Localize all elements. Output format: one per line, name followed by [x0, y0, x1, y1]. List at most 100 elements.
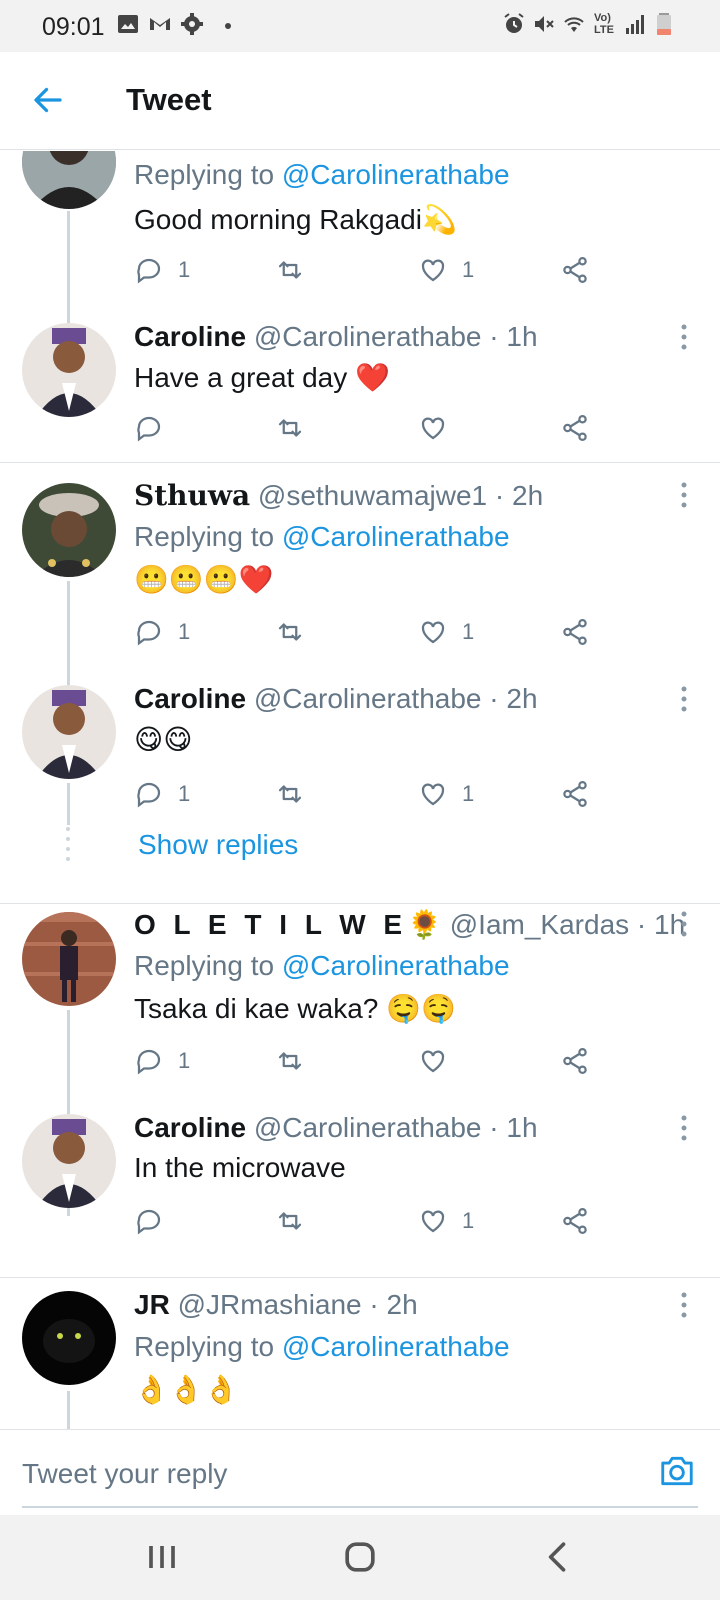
- user-handle[interactable]: @Carolinerathabe: [254, 1112, 482, 1143]
- more-options-icon[interactable]: [680, 481, 688, 509]
- tweet-text-content: Have a great day: [134, 362, 348, 393]
- tweet-text: In the microwave: [134, 1152, 346, 1184]
- more-options-icon[interactable]: [680, 323, 688, 351]
- share-icon: [563, 619, 587, 645]
- battery-icon: [657, 13, 671, 35]
- tweet-header: JR @JRmashiane · 2h: [134, 1289, 418, 1321]
- tweet-thread[interactable]: Replying to @Carolinerathabe Good mornin…: [0, 151, 720, 1429]
- reply-icon: [137, 1209, 161, 1235]
- tweet-time: · 1h: [489, 1112, 538, 1143]
- tweet-actions: [134, 409, 614, 445]
- tweet-text: 😬😬😬❤️: [134, 563, 273, 596]
- heart-icon: [421, 621, 445, 644]
- user-handle[interactable]: @Carolinerathabe: [254, 683, 482, 714]
- divider: [0, 903, 720, 904]
- tweet-time: · 1h: [636, 909, 686, 940]
- heart-icon: [421, 1050, 445, 1073]
- tweet-actions: 1 1: [134, 775, 614, 811]
- tweet-time: · 2h: [489, 683, 538, 714]
- share-icon: [563, 257, 587, 283]
- tweet-text: Have a great day ❤️: [134, 361, 390, 394]
- share-icon: [563, 781, 587, 807]
- retweet-icon: [278, 785, 302, 803]
- tweet-text: Good morning Rakgadi💫: [134, 203, 457, 236]
- tweet-header: Caroline @Carolinerathabe · 2h: [134, 683, 538, 715]
- tweet-time: · 2h: [369, 1289, 418, 1320]
- share-icon: [563, 415, 587, 441]
- divider: [0, 462, 720, 463]
- display-name[interactable]: Sthuwa: [134, 479, 250, 512]
- wifi-icon: [564, 17, 584, 32]
- reply-icon: [137, 416, 161, 442]
- reply-mention-link[interactable]: @Carolinerathabe: [282, 950, 510, 981]
- reply-icon: [137, 258, 161, 284]
- like-count: 1: [462, 257, 475, 282]
- user-handle[interactable]: @Iam_Kardas: [450, 909, 629, 940]
- share-icon: [563, 1208, 587, 1234]
- tweet-header: O L E T I L W E🌻 @Iam_Kardas · 1h: [134, 908, 685, 941]
- display-name[interactable]: Caroline: [134, 321, 246, 352]
- reply-mention-link[interactable]: @Carolinerathabe: [282, 159, 510, 190]
- back-icon[interactable]: [536, 1535, 580, 1579]
- settings-icon: [181, 13, 203, 35]
- show-replies-link[interactable]: Show replies: [138, 829, 298, 861]
- heart-icon: [421, 783, 445, 806]
- avatar[interactable]: [22, 1291, 116, 1385]
- more-options-icon[interactable]: [680, 910, 688, 938]
- more-options-icon[interactable]: [680, 685, 688, 713]
- tweet-text: Tsaka di kae waka? 🤤🤤: [134, 992, 456, 1025]
- tweet-header: Caroline @Carolinerathabe · 1h: [134, 1112, 538, 1144]
- tweet-reply-input[interactable]: Tweet your reply: [22, 1458, 227, 1490]
- display-name[interactable]: Caroline: [134, 1112, 246, 1143]
- like-count: 1: [462, 781, 475, 806]
- replying-to-label: Replying to: [134, 521, 275, 552]
- like-count: 1: [462, 619, 475, 644]
- user-handle[interactable]: @Carolinerathabe: [254, 321, 482, 352]
- tweet-emoji: ❤️: [355, 362, 390, 393]
- divider: [0, 1277, 720, 1278]
- page-title: Tweet: [126, 82, 212, 117]
- share-icon: [563, 1048, 587, 1074]
- avatar[interactable]: [22, 323, 116, 417]
- recent-apps-icon[interactable]: [140, 1535, 184, 1579]
- signal-icon: [626, 15, 644, 34]
- tweet-text: 😋😋: [134, 723, 192, 756]
- user-handle[interactable]: @sethuwamajwe1: [258, 480, 487, 511]
- tweet-emoji: 🤤🤤: [386, 993, 456, 1024]
- display-name[interactable]: Caroline: [134, 683, 246, 714]
- tweet-emoji: 👌👌👌: [134, 1374, 239, 1405]
- replying-to: Replying to @Carolinerathabe: [134, 521, 510, 553]
- more-options-icon[interactable]: [680, 1291, 688, 1319]
- home-icon[interactable]: [338, 1535, 382, 1579]
- reply-mention-link[interactable]: @Carolinerathabe: [282, 521, 510, 552]
- notification-dot: [225, 23, 231, 29]
- replying-to: Replying to @Carolinerathabe: [134, 950, 510, 982]
- heart-icon: [421, 1210, 445, 1233]
- more-options-icon[interactable]: [680, 1114, 688, 1142]
- display-name[interactable]: O L E T I L W E: [134, 909, 407, 940]
- camera-icon[interactable]: [658, 1452, 696, 1490]
- avatar[interactable]: [22, 151, 116, 209]
- reply-count: 1: [178, 1048, 191, 1073]
- reply-mention-link[interactable]: @Carolinerathabe: [282, 1331, 510, 1362]
- reply-composer: Tweet your reply: [0, 1429, 720, 1515]
- sunflower-emoji: 🌻: [407, 909, 442, 940]
- avatar[interactable]: [22, 483, 116, 577]
- gallery-icon: [118, 15, 138, 33]
- tweet-actions: 1 1: [134, 613, 614, 649]
- gmail-icon: [150, 18, 170, 30]
- volte-icon: Vo) LTE: [594, 12, 614, 36]
- reply-icon: [137, 782, 161, 808]
- tweet-text-content: In the microwave: [134, 1152, 346, 1183]
- system-nav-bar: [0, 1515, 720, 1600]
- avatar[interactable]: [22, 685, 116, 779]
- tweet-text-content: Tsaka di kae waka?: [134, 993, 379, 1024]
- status-bar: 09:01 Vo) LTE: [0, 0, 720, 52]
- tweet-text: 👌👌👌: [134, 1373, 239, 1406]
- replying-to-label: Replying to: [134, 159, 275, 190]
- avatar[interactable]: [22, 912, 116, 1006]
- avatar[interactable]: [22, 1114, 116, 1208]
- display-name[interactable]: JR: [134, 1289, 170, 1320]
- arrow-left-icon[interactable]: [30, 82, 66, 118]
- user-handle[interactable]: @JRmashiane: [178, 1289, 362, 1320]
